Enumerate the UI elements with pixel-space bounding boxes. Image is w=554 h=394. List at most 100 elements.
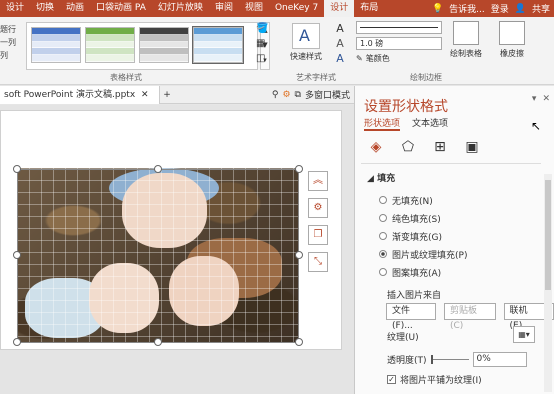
quick-style-button[interactable]: A 快速样式	[286, 23, 326, 62]
pen-color-button[interactable]: ✎ 笔颜色	[356, 53, 442, 64]
tab-text-options[interactable]: 文本选项	[412, 116, 448, 131]
resize-handle[interactable]	[295, 338, 303, 346]
resize-handle[interactable]	[13, 338, 21, 346]
insert-picture-label: 插入图片来自	[387, 291, 442, 301]
fill-option-none[interactable]: 无填充(N)	[379, 191, 467, 209]
tile-checkbox[interactable]: ✓	[387, 375, 396, 384]
resize-handle[interactable]	[154, 165, 162, 173]
tab-design[interactable]: 设计	[0, 0, 30, 17]
multi-window-button[interactable]: 多窗口模式	[305, 88, 350, 101]
slide-canvas[interactable]: ︽ ⚙ ❐ ⤡	[0, 110, 342, 350]
tab-table-design[interactable]: 设计	[324, 0, 355, 17]
tab-shape-options[interactable]: 形状选项	[364, 116, 401, 131]
chevrons-up-icon[interactable]: ︽	[308, 171, 328, 191]
share-button[interactable]: 共享	[532, 2, 550, 15]
fill-section-header[interactable]: ◢ 填充	[367, 171, 395, 184]
tab-pocket-animation[interactable]: 口袋动画 PA	[90, 0, 152, 17]
settings-icon[interactable]: ⚙	[282, 90, 290, 100]
file-button[interactable]: 文件(F)...	[386, 303, 437, 331]
ribbon: 题行 一列 列 ▲ ▼ ▾ 表格样式 🪣 ▦ ◫ A 快速样式 A A A 艺术…	[0, 17, 554, 85]
header-row-option[interactable]: 题行	[0, 23, 20, 36]
tell-me-box[interactable]: 告诉我...	[449, 2, 485, 15]
texture-label: 纹理(U)	[387, 333, 419, 343]
floating-toolbar: ︽ ⚙ ❐ ⤡	[308, 171, 330, 279]
tab-slideshow[interactable]: 幻灯片放映	[152, 0, 209, 17]
resize-handle[interactable]	[295, 165, 303, 173]
radio-button[interactable]	[379, 232, 387, 240]
tab-view[interactable]: 视图	[239, 0, 269, 17]
resize-icon[interactable]: ⤡	[308, 252, 328, 272]
transparency-input[interactable]: 0%	[472, 352, 527, 367]
draw-borders-group: 绘制表格 橡皮擦	[445, 21, 533, 59]
radio-button[interactable]	[379, 268, 387, 276]
document-tab[interactable]: soft PowerPoint 演示文稿.pptx ✕	[0, 85, 160, 104]
mouse-cursor-icon: ↖	[531, 119, 542, 133]
close-icon[interactable]: ✕	[542, 94, 550, 104]
table-style-dark[interactable]	[139, 27, 189, 63]
pencil-icon	[453, 21, 479, 45]
clipboard-button[interactable]: 剪贴板(C)	[444, 303, 496, 331]
radio-button[interactable]	[379, 196, 387, 204]
collapse-triangle-icon: ◢	[367, 174, 378, 184]
pen-style-select[interactable]	[356, 21, 442, 34]
table-style-blue[interactable]	[31, 27, 81, 63]
first-column-option[interactable]: 一列	[0, 36, 20, 49]
fill-option-solid[interactable]: 纯色填充(S)	[379, 209, 467, 227]
close-icon[interactable]: ✕	[141, 90, 149, 100]
lightbulb-icon: 💡	[431, 3, 444, 14]
fill-option-pattern[interactable]: 图案填充(A)	[379, 263, 467, 281]
tab-review[interactable]: 审阅	[209, 0, 239, 17]
resize-handle[interactable]	[154, 338, 162, 346]
letter-a-icon: A	[292, 23, 320, 49]
shading-icon[interactable]: 🪣	[256, 21, 268, 36]
fill-option-gradient[interactable]: 渐变填充(G)	[379, 227, 467, 245]
table-style-green[interactable]	[85, 27, 135, 63]
resize-handle[interactable]	[13, 251, 21, 259]
effects-icon[interactable]: ◫	[256, 51, 268, 66]
draw-borders-group-label: 绘制边框	[410, 73, 442, 82]
document-tab-bar: soft PowerPoint 演示文稿.pptx ✕ + ⚲ ⚙ ⧉ 多窗口模…	[0, 85, 354, 104]
dropdown-icon[interactable]: ▾	[532, 94, 537, 104]
tab-transitions[interactable]: 切换	[30, 0, 60, 17]
selection-frame	[17, 169, 299, 343]
text-effects-icon[interactable]: A	[330, 51, 350, 66]
slide-editor: ︽ ⚙ ❐ ⤡	[0, 105, 354, 394]
pen-weight-select[interactable]: 1.0 磅	[356, 37, 442, 50]
picture-icon[interactable]: ▣	[463, 138, 481, 156]
resize-handle[interactable]	[13, 165, 21, 173]
draw-table-button[interactable]: 绘制表格	[445, 21, 487, 59]
tab-layout[interactable]: 布局	[354, 0, 384, 17]
size-properties-icon[interactable]: ⊞	[431, 138, 449, 156]
last-column-option[interactable]: 列	[0, 49, 20, 62]
fill-option-picture[interactable]: 图片或纹理填充(P)	[379, 245, 467, 263]
layers-icon[interactable]: ❐	[308, 225, 328, 245]
resize-handle[interactable]	[295, 251, 303, 259]
radio-button-selected[interactable]	[379, 250, 387, 258]
format-shape-pane: ▾ ✕ 设置形状格式 形状选项 文本选项 ◈ ⬠ ⊞ ▣ ◢ 填充 无填充(N)…	[354, 86, 554, 394]
gear-icon[interactable]: ⚙	[308, 198, 328, 218]
pen-icon: ✎	[356, 54, 363, 63]
texture-dropdown[interactable]: ▦▾	[513, 326, 535, 343]
scrollbar-thumb[interactable]	[545, 180, 551, 290]
pentagon-icon[interactable]: ⬠	[399, 138, 417, 156]
table-styles-gallery	[26, 22, 258, 70]
text-fill-icon[interactable]: A	[330, 21, 350, 36]
pane-scrollbar[interactable]	[544, 174, 552, 392]
borders-icon[interactable]: ▦	[256, 36, 268, 51]
radio-button[interactable]	[379, 214, 387, 222]
fill-options: 无填充(N) 纯色填充(S) 渐变填充(G) 图片或纹理填充(P) 图案填充(A…	[379, 191, 467, 281]
person-icon: 👤	[514, 3, 526, 14]
fill-line-icon[interactable]: ◈	[367, 138, 385, 156]
eraser-button[interactable]: 橡皮擦	[491, 21, 533, 59]
table-style-light-blue[interactable]	[192, 26, 244, 64]
new-tab-button[interactable]: +	[160, 90, 174, 100]
transparency-slider[interactable]	[430, 355, 469, 364]
login-link[interactable]: 登录	[491, 2, 509, 15]
tab-onekey[interactable]: OneKey 7	[269, 0, 324, 17]
transparency-label: 透明度(T)	[387, 356, 427, 366]
tab-animations[interactable]: 动画	[60, 0, 90, 17]
pane-title: 设置形状格式	[364, 99, 448, 115]
text-outline-icon[interactable]: A	[330, 36, 350, 51]
pin-icon[interactable]: ⚲	[272, 90, 279, 100]
table-styles-group-label: 表格样式	[110, 73, 142, 82]
